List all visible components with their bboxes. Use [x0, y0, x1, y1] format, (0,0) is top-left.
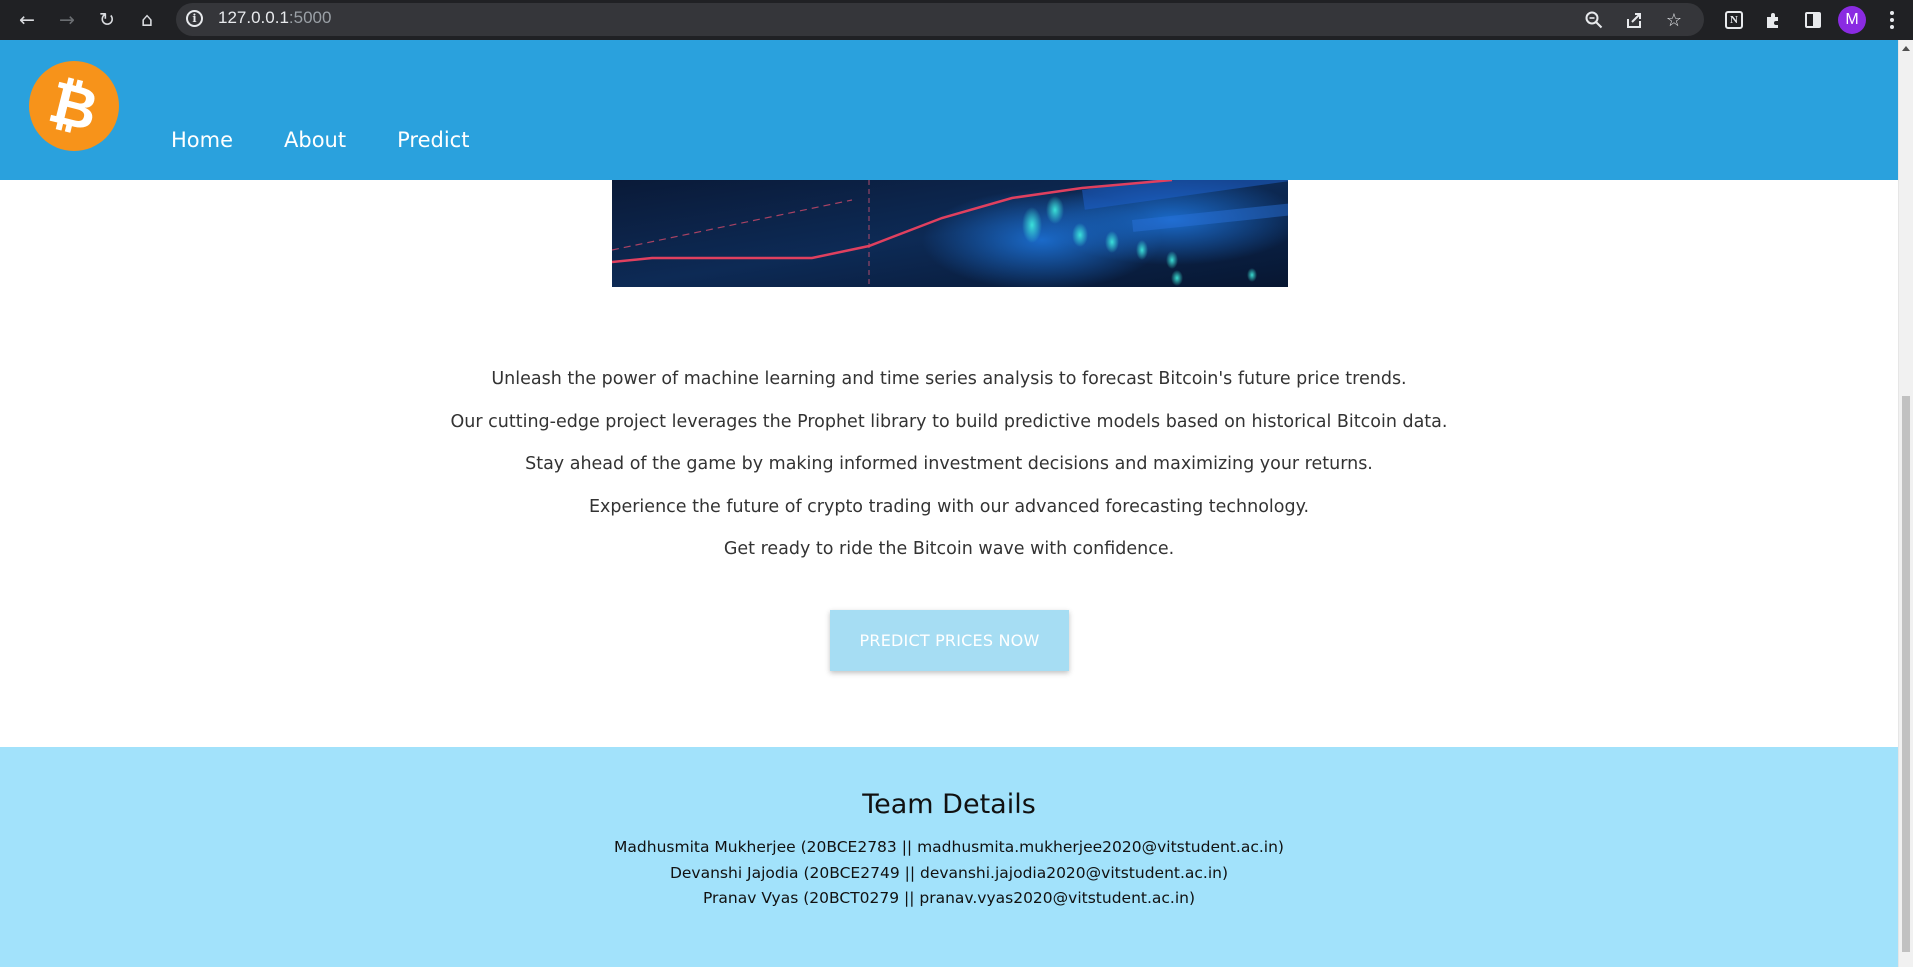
side-panel-icon[interactable]	[1797, 4, 1829, 36]
nav-home[interactable]: Home	[171, 128, 233, 152]
team-details-title: Team Details	[862, 789, 1036, 820]
team-members: Madhusmita Mukherjee (20BCE2783 || madhu…	[0, 835, 1898, 912]
browser-toolbar: ← → ↻ ⌂ i 127.0.0.1:5000 ☆ N M	[0, 0, 1913, 40]
scroll-up-arrow-icon[interactable]	[1902, 46, 1910, 51]
intro-description: Unleash the power of machine learning an…	[0, 358, 1898, 571]
menu-icon[interactable]	[1876, 4, 1908, 36]
star-icon[interactable]: ☆	[1660, 8, 1688, 32]
team-member: Devanshi Jajodia (20BCE2749 || devanshi.…	[669, 863, 1229, 882]
profile-avatar[interactable]: M	[1838, 6, 1866, 34]
back-icon[interactable]: ←	[11, 4, 43, 36]
site-header: ₿ Home About Predict	[0, 40, 1898, 180]
share-icon[interactable]	[1620, 8, 1648, 32]
url-port: :5000	[288, 8, 332, 27]
notion-icon[interactable]: N	[1718, 4, 1750, 36]
page-viewport: ₿ Home About Predict Unleash the power o…	[0, 40, 1898, 967]
zoom-icon[interactable]	[1580, 8, 1608, 32]
page-scrollbar[interactable]	[1898, 40, 1913, 967]
intro-line-1: Unleash the power of machine learning an…	[491, 369, 1407, 389]
team-member: Pranav Vyas (20BCT0279 || pranav.vyas202…	[702, 889, 1196, 907]
forward-icon[interactable]: →	[51, 4, 83, 36]
address-bar[interactable]: i 127.0.0.1:5000 ☆	[176, 3, 1704, 36]
home-icon[interactable]: ⌂	[131, 4, 163, 36]
bitcoin-icon: ₿	[42, 67, 106, 145]
nav-about[interactable]: About	[284, 128, 346, 152]
team-footer: Team Details Madhusmita Mukherjee (20BCE…	[0, 747, 1898, 967]
intro-line-4: Experience the future of crypto trading …	[588, 496, 1310, 517]
info-icon[interactable]: i	[186, 10, 203, 27]
team-member: Madhusmita Mukherjee (20BCE2783 || madhu…	[614, 838, 1284, 856]
intro-line-3: Stay ahead of the game by making informe…	[525, 454, 1373, 474]
intro-line-2: Our cutting-edge project leverages the P…	[450, 411, 1448, 432]
intro-line-5: Get ready to ride the Bitcoin wave with …	[723, 539, 1175, 559]
nav-predict[interactable]: Predict	[397, 128, 469, 152]
url-text[interactable]: 127.0.0.1:5000	[218, 8, 331, 28]
scrollbar-thumb[interactable]	[1902, 396, 1910, 952]
extensions-icon[interactable]	[1757, 4, 1789, 36]
bitcoin-logo[interactable]: ₿	[29, 61, 119, 151]
url-host: 127.0.0.1	[218, 8, 289, 27]
reload-icon[interactable]: ↻	[91, 4, 123, 36]
hero-image	[612, 180, 1288, 287]
main-nav: Home About Predict	[171, 128, 520, 152]
predict-prices-button[interactable]: PREDICT PRICES NOW	[830, 610, 1069, 671]
